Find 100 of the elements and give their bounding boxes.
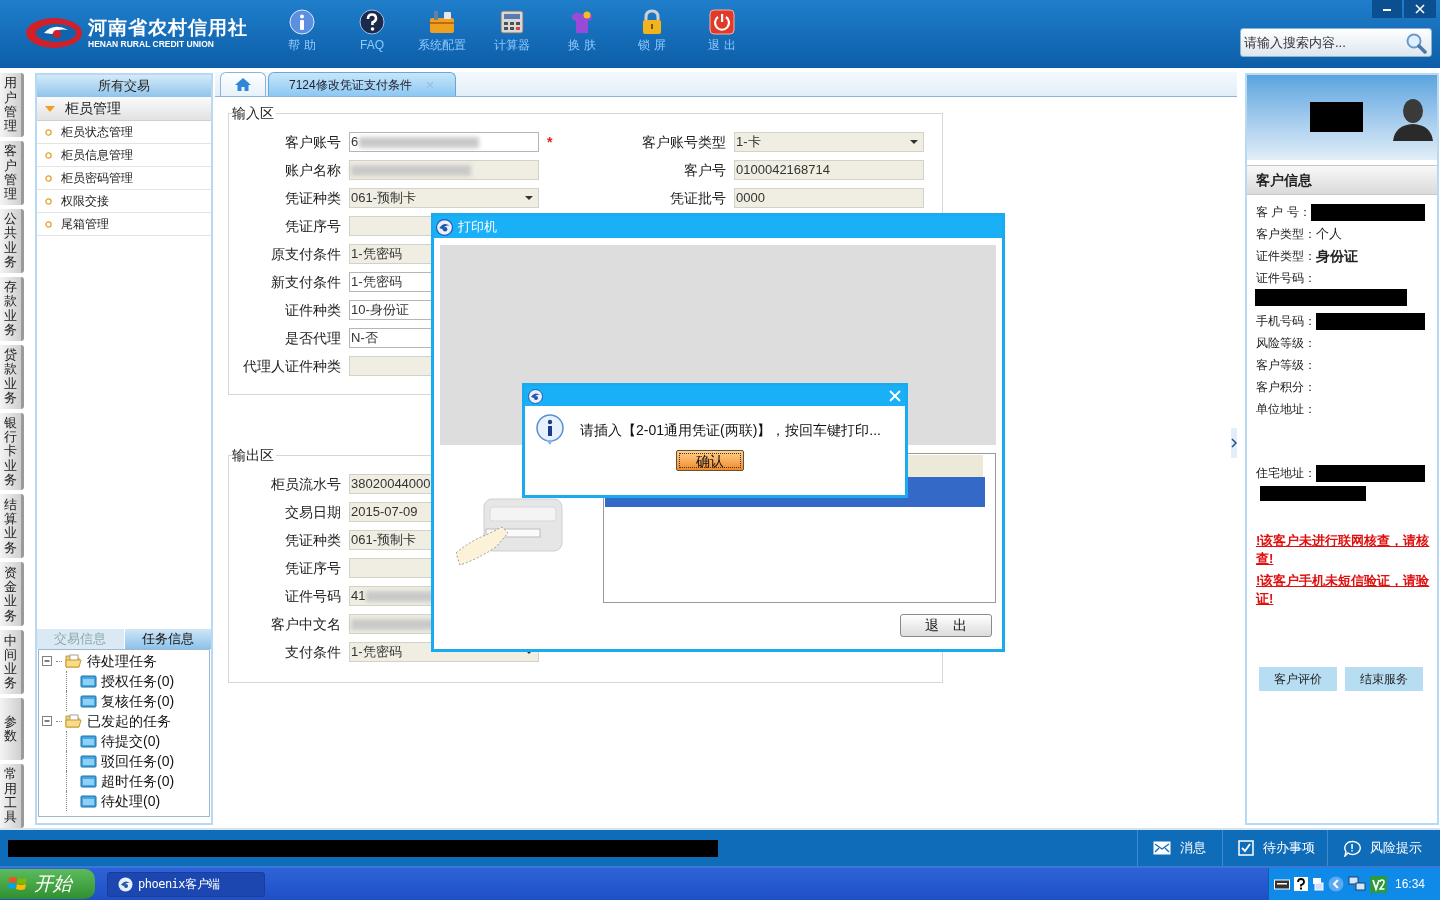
windows-icon[interactable] [1312, 877, 1324, 891]
logo-title: 河南省农村信用社 [88, 17, 248, 37]
side-tab[interactable]: 贷款业务 [0, 344, 24, 409]
dropdown-field[interactable]: 1-卡 [734, 132, 924, 152]
panel-button[interactable]: 结束服务 [1345, 667, 1423, 691]
calculator-icon [499, 9, 525, 35]
info-icon [289, 9, 315, 35]
app-icon [528, 388, 543, 404]
tree-item[interactable]: 待提交(0) [101, 730, 161, 752]
field-label: 代理人证件种类 [242, 356, 341, 376]
taskbar-button[interactable]: phoenix客户端 [107, 871, 265, 897]
shirt-icon [569, 9, 595, 35]
close-icon[interactable] [1404, 0, 1436, 18]
search-icon[interactable] [1405, 31, 1427, 54]
field-label: 手机号码： [1256, 313, 1316, 330]
field-label: 客户账号 [284, 132, 341, 152]
folder-icon [80, 734, 97, 748]
menu-item[interactable]: 权限交接 [37, 190, 211, 213]
field-label: 证件号码 [284, 586, 341, 606]
field-label: 柜员流水号 [270, 474, 341, 494]
folder-icon [80, 674, 97, 688]
field-label: 账户名称 [284, 160, 341, 180]
field-label: 客户号 [683, 160, 726, 180]
help-icon[interactable] [1294, 877, 1308, 891]
side-tab[interactable]: 公共业务 [0, 208, 24, 273]
dropdown-field[interactable]: 061-预制卡 [349, 188, 539, 208]
field-label: 凭证序号 [284, 558, 341, 578]
side-tab[interactable]: 用户管理 [0, 73, 24, 137]
section-title: 输入区 [232, 104, 275, 123]
power-icon [709, 9, 735, 35]
panel-title: 客户信息 [1256, 170, 1312, 190]
folder-icon [80, 754, 97, 768]
required-mark: * [547, 132, 553, 152]
info-icon [534, 414, 566, 446]
field-value: 个人 [1316, 225, 1342, 244]
tree-item[interactable]: 已发起的任务 [87, 710, 171, 732]
page-tab[interactable]: 7124修改凭证支付条件 [268, 72, 456, 96]
field-label: 凭证种类 [284, 530, 341, 550]
network-icon[interactable] [1348, 876, 1366, 892]
chevron-icon[interactable] [1328, 876, 1344, 892]
warning-link[interactable]: !该客户手机未短信验证，请验证! [1256, 572, 1433, 608]
bullet-icon [45, 174, 52, 182]
menu-item[interactable]: 柜员信息管理 [37, 144, 211, 167]
exit-button[interactable]: 退 出 [900, 614, 992, 637]
bullet-icon [45, 128, 52, 136]
input-field[interactable]: 0100042168714 [734, 160, 924, 180]
bullet-icon [45, 151, 52, 159]
bullet-icon [45, 197, 52, 205]
minimize-icon[interactable] [1372, 0, 1402, 18]
caret-icon [45, 105, 55, 112]
tree-item[interactable]: 待处理任务 [87, 650, 157, 672]
menu-group[interactable]: 柜员管理 [37, 97, 211, 121]
lock-icon [640, 9, 664, 35]
menu-item[interactable]: 尾箱管理 [37, 213, 211, 236]
tree-item[interactable]: 授权任务(0) [101, 670, 175, 692]
home-icon [234, 77, 252, 92]
redaction-block [1310, 101, 1363, 132]
tree-item[interactable]: 驳回任务(0) [101, 750, 175, 772]
field-label: 客户积分： [1256, 379, 1316, 396]
tree-item[interactable]: 复核任务(0) [101, 690, 175, 712]
home-tab[interactable] [220, 72, 266, 96]
input-field[interactable]: 6 [349, 132, 539, 152]
side-tab[interactable]: 资金业务 [0, 562, 24, 627]
side-tab[interactable]: 参数 [0, 698, 24, 761]
input-field[interactable]: 0000 [734, 188, 924, 208]
folder-icon [65, 713, 82, 729]
clock: 16:34 [1395, 876, 1426, 893]
app-icon[interactable] [1370, 875, 1387, 893]
confirm-button[interactable]: 确认 [676, 450, 744, 471]
tree-item[interactable]: 待处理(0) [101, 790, 161, 812]
side-tab[interactable]: 存款业务 [0, 276, 24, 341]
checkbox-icon [1238, 840, 1254, 856]
keyboard-icon[interactable] [1274, 878, 1290, 890]
side-tab[interactable]: 银行卡业务 [0, 412, 24, 491]
expand-icon[interactable] [1231, 428, 1237, 458]
dialog-title: 打印机 [458, 218, 497, 237]
field-label: 客户类型： [1256, 226, 1316, 243]
panel-button[interactable]: 客户评价 [1259, 667, 1337, 691]
side-tab[interactable]: 客户管理 [0, 140, 24, 205]
field-label: 凭证序号 [284, 216, 341, 236]
side-tab[interactable]: 中间业务 [0, 630, 24, 695]
field-label: 证件种类 [284, 300, 341, 320]
dialog-message: 请插入【2-01通用凭证(两联)】，按回车键打印... [580, 420, 881, 440]
field-label: 证件类型： [1256, 248, 1316, 265]
search-field[interactable]: 请输入搜索内容... [1240, 28, 1432, 57]
collapse-icon[interactable] [42, 655, 53, 667]
collapse-icon[interactable] [42, 715, 53, 727]
input-field[interactable] [349, 160, 539, 180]
logo-subtitle: HENAN RURAL CREDIT UNION [88, 39, 215, 49]
menu-item[interactable]: 柜员密码管理 [37, 167, 211, 190]
app-icon [118, 876, 133, 892]
field-label: 原支付条件 [270, 244, 341, 264]
envelope-icon [1153, 841, 1171, 855]
side-tab[interactable]: 常用工具 [0, 764, 24, 829]
windows-logo-icon [8, 875, 28, 893]
side-tab[interactable]: 结算业务 [0, 494, 24, 559]
warning-link[interactable]: !该客户未进行联网核查，请核查! [1256, 532, 1433, 568]
menu-item[interactable]: 柜员状态管理 [37, 121, 211, 144]
tree-item[interactable]: 超时任务(0) [101, 770, 175, 792]
field-label: 风险等级： [1256, 335, 1316, 352]
